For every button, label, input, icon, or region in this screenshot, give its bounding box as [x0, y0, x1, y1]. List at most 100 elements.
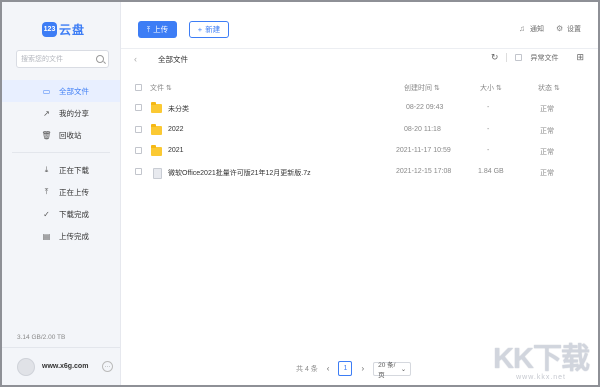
- row-checkbox[interactable]: [135, 104, 142, 111]
- created-time: 2021-11-17 10:59: [396, 147, 451, 154]
- file-status: 正常: [540, 149, 554, 156]
- file-status: 正常: [540, 106, 554, 113]
- file-size: -: [487, 104, 490, 111]
- file-name[interactable]: 2021: [168, 147, 184, 154]
- nav-divider: [12, 152, 110, 153]
- storage-usage: 3.14 GB/2.00 TB: [17, 334, 66, 341]
- header-status: 状态 ⇅: [538, 85, 560, 92]
- created-time: 08-22 09:43: [406, 104, 444, 111]
- file-name[interactable]: 未分类: [168, 104, 189, 114]
- share-icon: ↗: [43, 108, 50, 118]
- table-row[interactable]: 2021 2021-11-17 10:59 - 正常: [121, 141, 598, 161]
- logo-mark: 123: [42, 22, 57, 37]
- sidebar-nav: ▭ 全部文件 ↗ 我的分享 🗑 回收站 ⤓ 正在下载 ⤒ 正在上传 ✓ 下载完成…: [2, 80, 120, 247]
- file-name[interactable]: 2022: [168, 126, 184, 133]
- more-options-icon[interactable]: ···: [102, 361, 113, 372]
- plus-icon: +: [197, 25, 203, 34]
- back-icon[interactable]: ‹: [134, 54, 146, 64]
- abnormal-files-checkbox[interactable]: [515, 54, 523, 61]
- folder-icon: [151, 145, 162, 156]
- check-circle-icon: ✓: [43, 209, 50, 219]
- total-count: 共 4 条: [296, 365, 318, 373]
- logo-text: 云盘: [59, 23, 86, 37]
- file-name[interactable]: 微软Office2021批量许可版21年12月更新版.7z: [168, 168, 311, 178]
- app-logo: 123 云盘: [42, 21, 85, 38]
- file-status: 正常: [540, 170, 554, 177]
- upload-icon: ⤒: [44, 187, 49, 196]
- watermark: KK下载 www.kkx.net: [493, 335, 590, 381]
- row-checkbox[interactable]: [135, 126, 142, 133]
- folder-icon: [151, 124, 162, 135]
- settings-button[interactable]: ⚙ 设置: [556, 24, 581, 34]
- sidebar-item-recycle-bin[interactable]: 🗑 回收站: [2, 124, 120, 146]
- sidebar-item-downloading[interactable]: ⤓ 正在下载: [2, 159, 120, 181]
- table-row[interactable]: 2022 08-20 11:18 - 正常: [121, 120, 598, 140]
- table-row[interactable]: 微软Office2021批量许可版21年12月更新版.7z 2021-12-15…: [121, 162, 598, 182]
- header-size[interactable]: 大小 ⇅: [480, 83, 502, 93]
- breadcrumb-current[interactable]: 全部文件: [158, 54, 188, 65]
- abnormal-files-label: 异常文件: [530, 54, 559, 62]
- settings-label: 设置: [567, 26, 581, 33]
- file-size: -: [487, 126, 490, 133]
- table-header: 文件 ⇅ 创建时间 ⇅ 大小 ⇅ 状态 ⇅: [121, 81, 598, 95]
- doc-icon: ▤: [42, 231, 51, 241]
- sidebar-item-uploading[interactable]: ⤒ 正在上传: [2, 181, 120, 203]
- table-row[interactable]: 未分类 08-22 09:43 - 正常: [121, 98, 598, 118]
- file-size: -: [487, 147, 490, 154]
- header-name[interactable]: 文件 ⇅: [150, 83, 172, 93]
- created-time: 2021-12-15 17:08: [396, 168, 452, 175]
- upload-label: 上传: [153, 25, 169, 34]
- app-window: 123 云盘 搜索您的文件 ▭ 全部文件 ↗ 我的分享 🗑 回收站 ⤓ 正在下载: [2, 2, 598, 385]
- divider: [506, 53, 508, 62]
- sidebar-item-label: 上传完成: [59, 231, 89, 241]
- sidebar-item-label: 回收站: [59, 130, 82, 140]
- header-created[interactable]: 创建时间 ⇅: [404, 83, 440, 93]
- username: www.x6g.com: [42, 363, 89, 370]
- sidebar-item-label: 我的分享: [59, 108, 89, 118]
- search-icon[interactable]: [96, 55, 104, 63]
- top-right-actions: ♫ 通知 ⚙ 设置: [519, 24, 581, 34]
- sidebar-item-my-share[interactable]: ↗ 我的分享: [2, 102, 120, 124]
- notify-button[interactable]: ♫ 通知: [519, 24, 544, 34]
- select-all-checkbox[interactable]: [135, 84, 142, 91]
- sidebar-item-label: 正在下载: [59, 165, 89, 175]
- row-checkbox[interactable]: [135, 168, 142, 175]
- sidebar-item-all-files[interactable]: ▭ 全部文件: [2, 80, 120, 102]
- watermark-logo: KK下载: [493, 343, 590, 375]
- folder-outline-icon: ▭: [42, 86, 51, 96]
- breadcrumb: ‹ 全部文件 ↻ 异常文件 ⊞: [134, 52, 584, 66]
- trash-icon: 🗑: [41, 130, 52, 140]
- header-divider: [121, 48, 598, 49]
- chevron-down-icon: ⌄: [400, 365, 407, 373]
- avatar[interactable]: [17, 357, 35, 376]
- pagination: 共 4 条 ‹ 1 › 20 条/页 ⌄: [296, 361, 412, 379]
- download-icon: ⤓: [44, 165, 49, 174]
- sidebar-item-upload-done[interactable]: ▤ 上传完成: [2, 225, 120, 247]
- refresh-icon[interactable]: ↻: [491, 52, 499, 63]
- file-size: 1.84 GB: [478, 168, 504, 175]
- file-status: 正常: [540, 128, 554, 135]
- sidebar-item-label: 下载完成: [59, 209, 89, 219]
- gear-icon: ⚙: [556, 24, 564, 33]
- upload-arrow-icon: ⤒: [146, 24, 151, 34]
- main-panel: ⤒ 上传 + 新建 ♫ 通知 ⚙设置 ‹ 全部文件 ↻ 异常文件 ⊞ 文件 ⇅: [121, 2, 598, 385]
- grid-view-icon[interactable]: ⊞: [576, 52, 584, 63]
- row-checkbox[interactable]: [135, 147, 142, 154]
- page-number[interactable]: 1: [338, 361, 353, 376]
- user-bar: www.x6g.com ···: [2, 347, 120, 385]
- search-input[interactable]: 搜索您的文件: [16, 50, 109, 68]
- upload-button[interactable]: ⤒ 上传: [138, 21, 177, 38]
- page-size-select[interactable]: 20 条/页 ⌄: [373, 361, 412, 379]
- sidebar-item-label: 全部文件: [59, 86, 89, 96]
- folder-icon: [151, 102, 162, 113]
- new-button[interactable]: + 新建: [189, 21, 229, 38]
- sidebar-item-download-done[interactable]: ✓ 下载完成: [2, 203, 120, 225]
- sidebar: 123 云盘 搜索您的文件 ▭ 全部文件 ↗ 我的分享 🗑 回收站 ⤓ 正在下载: [2, 2, 121, 385]
- prev-page-icon[interactable]: ‹: [327, 364, 330, 373]
- notify-label: 通知: [530, 26, 544, 33]
- breadcrumb-actions: ↻ 异常文件 ⊞: [491, 52, 584, 63]
- new-label: 新建: [205, 25, 221, 34]
- next-page-icon[interactable]: ›: [361, 364, 364, 373]
- search-placeholder: 搜索您的文件: [21, 56, 63, 63]
- sidebar-item-label: 正在上传: [59, 187, 89, 197]
